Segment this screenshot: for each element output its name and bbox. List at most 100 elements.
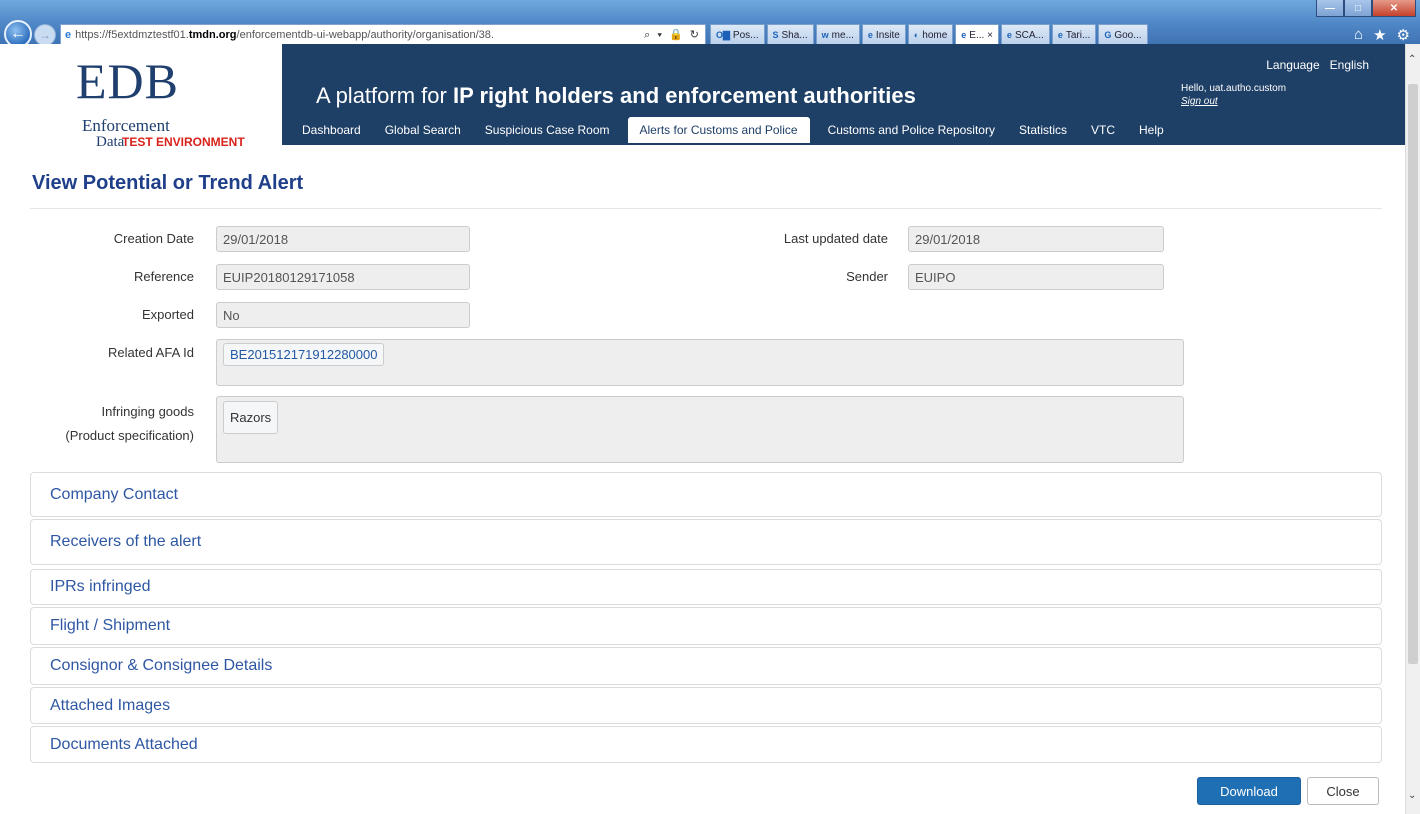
reference-label: Reference bbox=[134, 269, 194, 284]
tagline-prefix: A platform for bbox=[316, 83, 453, 108]
creation-date-field: 29/01/2018 bbox=[216, 226, 470, 252]
test-environment-label: TEST ENVIRONMENT bbox=[122, 135, 245, 149]
nav-vtc[interactable]: VTC bbox=[1079, 117, 1127, 143]
language-value[interactable]: English bbox=[1330, 58, 1369, 72]
url-path: /enforcementdb-ui-webapp/authority/organ… bbox=[236, 29, 494, 41]
nav-suspicious-case-room[interactable]: Suspicious Case Room bbox=[473, 117, 622, 143]
maximize-button[interactable]: □ bbox=[1344, 0, 1372, 17]
tab-icon: S bbox=[772, 30, 779, 40]
home-icon[interactable]: ⌂ bbox=[1354, 26, 1363, 44]
browser-tab-active[interactable]: e E... × bbox=[955, 24, 999, 46]
tab-label: SCA... bbox=[1014, 29, 1044, 41]
related-afa-tag[interactable]: BE201512171912280000 bbox=[223, 343, 385, 366]
scroll-thumb[interactable] bbox=[1408, 84, 1418, 664]
exported-field: No bbox=[216, 302, 470, 328]
browser-tab[interactable]: e SCA... bbox=[1000, 24, 1050, 46]
page-title: View Potential or Trend Alert bbox=[32, 172, 304, 194]
browser-tab[interactable]: S Sha... bbox=[766, 24, 814, 46]
product-spec-label: (Product specification) bbox=[65, 428, 194, 443]
tab-label: Sha... bbox=[781, 29, 808, 41]
tab-icon: e bbox=[1006, 30, 1012, 40]
tab-label: home bbox=[922, 29, 948, 41]
tab-label: Pos... bbox=[732, 29, 759, 41]
infringing-goods-box bbox=[216, 396, 1184, 463]
sender-field: EUIPO bbox=[908, 264, 1164, 290]
title-divider bbox=[30, 208, 1382, 209]
main-nav: Dashboard Global Search Suspicious Case … bbox=[290, 117, 1176, 143]
platform-tagline: A platform for IP right holders and enfo… bbox=[316, 83, 916, 109]
vertical-scrollbar[interactable]: ⌃ ⌄ bbox=[1405, 44, 1420, 814]
exported-label: Exported bbox=[141, 307, 194, 322]
user-greeting: Hello, uat.autho.custom bbox=[1181, 83, 1287, 94]
tab-icon: ◐ bbox=[913, 30, 920, 40]
arrow-left-icon: ← bbox=[10, 25, 26, 42]
tab-label: Insite bbox=[875, 29, 900, 41]
infringing-goods-tag: Razors bbox=[223, 401, 279, 434]
browser-tab[interactable]: G Goo... bbox=[1098, 24, 1148, 46]
browser-tab[interactable]: w me... bbox=[815, 24, 860, 46]
browser-chrome-icons: ⌂ ★ ⚙ bbox=[1354, 26, 1410, 44]
scroll-down-icon[interactable]: ⌄ bbox=[1408, 790, 1416, 801]
window-controls: — □ ✕ bbox=[1316, 0, 1416, 18]
browser-toolbar: — □ ✕ ← → e https://f5extdmztestf01.tmdn… bbox=[0, 0, 1420, 48]
language-label: Language bbox=[1266, 58, 1320, 72]
address-tools[interactable]: ⌕ ▾ 🔒 ↻ bbox=[644, 28, 701, 42]
nav-help[interactable]: Help bbox=[1127, 117, 1176, 143]
tab-icon: w bbox=[821, 30, 829, 40]
panel-flight-shipment[interactable]: Flight / Shipment bbox=[30, 607, 1382, 645]
related-afa-label: Related AFA Id bbox=[107, 345, 194, 360]
url-domain: tmdn.org bbox=[188, 29, 237, 41]
address-bar[interactable]: e https://f5extdmztestf01.tmdn.org/enfor… bbox=[60, 24, 706, 46]
nav-global-search[interactable]: Global Search bbox=[373, 117, 473, 143]
edb-logo[interactable]: EDB Enforcement Data TEST ENVIRONMENT bbox=[0, 44, 282, 150]
browser-tab[interactable]: e Tari... bbox=[1051, 24, 1097, 46]
browser-tab[interactable]: e Insite bbox=[861, 24, 906, 46]
panel-documents-attached[interactable]: Documents Attached bbox=[30, 726, 1382, 763]
arrow-right-icon: → bbox=[39, 28, 51, 42]
sign-out-link[interactable]: Sign out bbox=[1181, 95, 1286, 108]
sender-label: Sender bbox=[846, 269, 888, 284]
tab-icon: e bbox=[1057, 30, 1063, 40]
settings-gear-icon[interactable]: ⚙ bbox=[1397, 26, 1410, 44]
nav-dashboard[interactable]: Dashboard bbox=[290, 117, 373, 143]
nav-repository[interactable]: Customs and Police Repository bbox=[816, 117, 1007, 143]
language-selector[interactable]: Language English bbox=[1266, 58, 1369, 72]
download-button[interactable]: Download bbox=[1197, 777, 1301, 805]
window-close-button[interactable]: ✕ bbox=[1372, 0, 1416, 17]
tab-icon: e bbox=[961, 30, 967, 40]
user-box: Hello, uat.autho.custom Sign out bbox=[1181, 82, 1286, 108]
favorites-star-icon[interactable]: ★ bbox=[1373, 26, 1386, 44]
tab-icon: O▇ bbox=[716, 29, 730, 40]
minimize-button[interactable]: — bbox=[1316, 0, 1344, 17]
nav-statistics[interactable]: Statistics bbox=[1007, 117, 1079, 143]
site-header: EDB Enforcement Data TEST ENVIRONMENT A … bbox=[0, 44, 1405, 150]
panel-iprs-infringed[interactable]: IPRs infringed bbox=[30, 569, 1382, 605]
logo-edb: EDB bbox=[76, 53, 179, 109]
browser-tab[interactable]: O▇ Pos... bbox=[710, 24, 765, 46]
infringing-goods-label: Infringing goods bbox=[101, 404, 194, 419]
tab-label: Goo... bbox=[1114, 29, 1142, 41]
last-updated-field: 29/01/2018 bbox=[908, 226, 1164, 252]
panel-consignor-consignee[interactable]: Consignor & Consignee Details bbox=[30, 647, 1382, 685]
tab-label: E... × bbox=[969, 29, 993, 41]
ie-icon: e bbox=[65, 29, 72, 41]
browser-tab[interactable]: ◐ home bbox=[907, 24, 954, 46]
logo-enforcement: Enforcement bbox=[82, 116, 170, 135]
tab-icon: G bbox=[1104, 30, 1112, 40]
panel-attached-images[interactable]: Attached Images bbox=[30, 687, 1382, 724]
logo-data: Data bbox=[96, 134, 125, 150]
tab-label: me... bbox=[831, 29, 854, 41]
tab-icon: e bbox=[867, 30, 873, 40]
panel-company-contact[interactable]: Company Contact bbox=[30, 472, 1382, 517]
close-button[interactable]: Close bbox=[1307, 777, 1379, 805]
creation-date-label: Creation Date bbox=[113, 231, 194, 246]
nav-alerts[interactable]: Alerts for Customs and Police bbox=[627, 117, 810, 143]
url-text[interactable]: https://f5extdmztestf01.tmdn.org/enforce… bbox=[75, 29, 638, 41]
tagline-emphasis: IP right holders and enforcement authori… bbox=[452, 83, 916, 108]
reference-field: EUIP20180129171058 bbox=[216, 264, 470, 290]
last-updated-label: Last updated date bbox=[783, 231, 888, 246]
scroll-up-icon[interactable]: ⌃ bbox=[1408, 54, 1416, 65]
forward-button[interactable]: → bbox=[34, 24, 56, 46]
panel-receivers[interactable]: Receivers of the alert bbox=[30, 519, 1382, 565]
tab-label: Tari... bbox=[1065, 29, 1091, 41]
